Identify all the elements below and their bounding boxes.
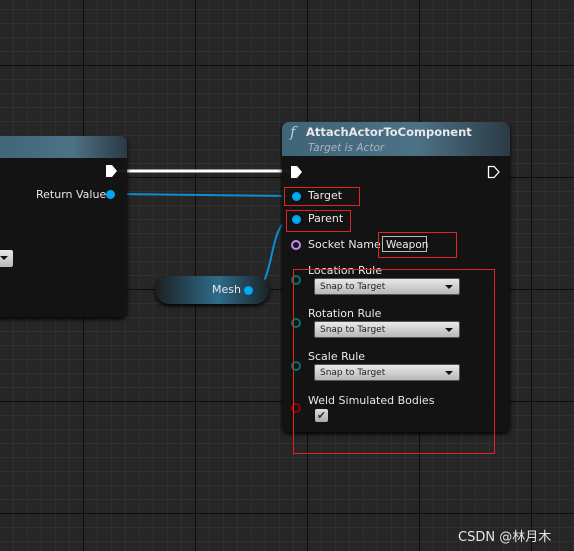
highlight-target (284, 187, 360, 206)
exec-in-pin-icon[interactable] (290, 165, 304, 179)
watermark: CSDN @林月木 (458, 530, 552, 545)
highlight-parent (286, 210, 351, 232)
node-title: AttachActorToComponent (306, 125, 472, 139)
return-value-wire[interactable] (115, 193, 291, 197)
socket-name-label: Socket Name (308, 238, 381, 251)
return-value-label: Return Value (36, 188, 107, 201)
exec-out-pin-icon[interactable] (105, 164, 119, 178)
left-node[interactable]: Return Value (0, 136, 127, 317)
left-node-header (0, 136, 127, 158)
highlight-socket-name (378, 232, 457, 258)
highlight-rules (293, 269, 495, 454)
node-subtitle: Target is Actor (308, 142, 385, 154)
socket-name-pin-icon[interactable] (291, 240, 301, 250)
mesh-label: Mesh (212, 283, 241, 296)
dropdown-button[interactable] (0, 250, 13, 267)
exec-out-pin-icon[interactable] (487, 165, 501, 179)
function-icon: f (290, 123, 296, 141)
mesh-variable-node[interactable]: Mesh (155, 276, 269, 304)
mesh-output-pin-icon[interactable] (244, 286, 253, 295)
return-value-pin-icon[interactable] (106, 190, 115, 199)
chevron-down-icon (0, 256, 8, 260)
